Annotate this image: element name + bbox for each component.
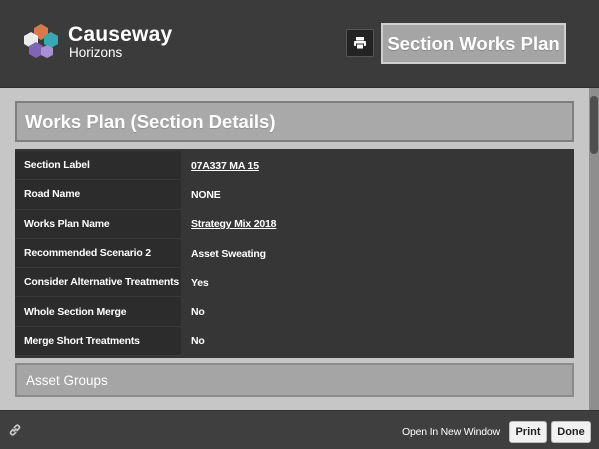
road-name-value: NONE [191,188,221,201]
table-row: Whole Section Merge No [15,297,574,327]
print-icon-button[interactable] [346,29,374,57]
table-row: Section Label 07A337 MA 15 [15,151,574,181]
row-label: Works Plan Name [15,209,181,239]
dialog-footer: Open In New Window Print Done [0,410,599,449]
whole-section-merge-value: No [191,306,205,319]
table-row: Works Plan Name Strategy Mix 2018 [15,209,574,239]
printer-icon [354,37,366,50]
works-plan-name-link[interactable]: Strategy Mix 2018 [181,210,574,239]
done-button[interactable]: Done [551,421,591,443]
app-header: Causeway Horizons Section Works Plan [0,0,599,88]
asset-groups-header[interactable]: Asset Groups [15,363,574,397]
row-label: Merge Short Treatments [15,326,181,357]
causeway-logo-icon [24,24,58,58]
recommended-scenario-value: Asset Sweating [191,247,266,260]
brand-name: Causeway [68,23,173,46]
page-title: Section Works Plan [381,23,566,64]
table-row: Consider Alternative Treatments Yes [15,268,574,298]
section-title: Works Plan (Section Details) [15,101,574,142]
table-row: Recommended Scenario 2 Asset Sweating [15,238,574,269]
section-label-link[interactable]: 07A337 MA 15 [181,151,574,180]
scrollbar-thumb[interactable] [590,96,598,154]
row-label: Road Name [15,180,181,210]
table-row: Road Name NONE [15,180,574,210]
row-label: Whole Section Merge [15,297,181,327]
row-label: Section Label [15,151,181,181]
vertical-scrollbar[interactable] [589,88,599,410]
main-content[interactable]: Works Plan (Section Details) Section Lab… [0,88,589,410]
link-icon[interactable] [8,423,22,437]
alternative-treatments-value: Yes [191,276,209,289]
merge-short-treatments-value: No [191,335,205,348]
open-in-new-window-link[interactable]: Open In New Window [402,426,500,438]
table-row: Merge Short Treatments No [15,326,574,357]
row-label: Consider Alternative Treatments [15,268,181,298]
brand-subtitle: Horizons [69,45,123,60]
row-label: Recommended Scenario 2 [15,238,181,269]
print-button[interactable]: Print [509,421,547,443]
section-details-table: Section Label 07A337 MA 15 Road Name NON… [15,149,574,359]
